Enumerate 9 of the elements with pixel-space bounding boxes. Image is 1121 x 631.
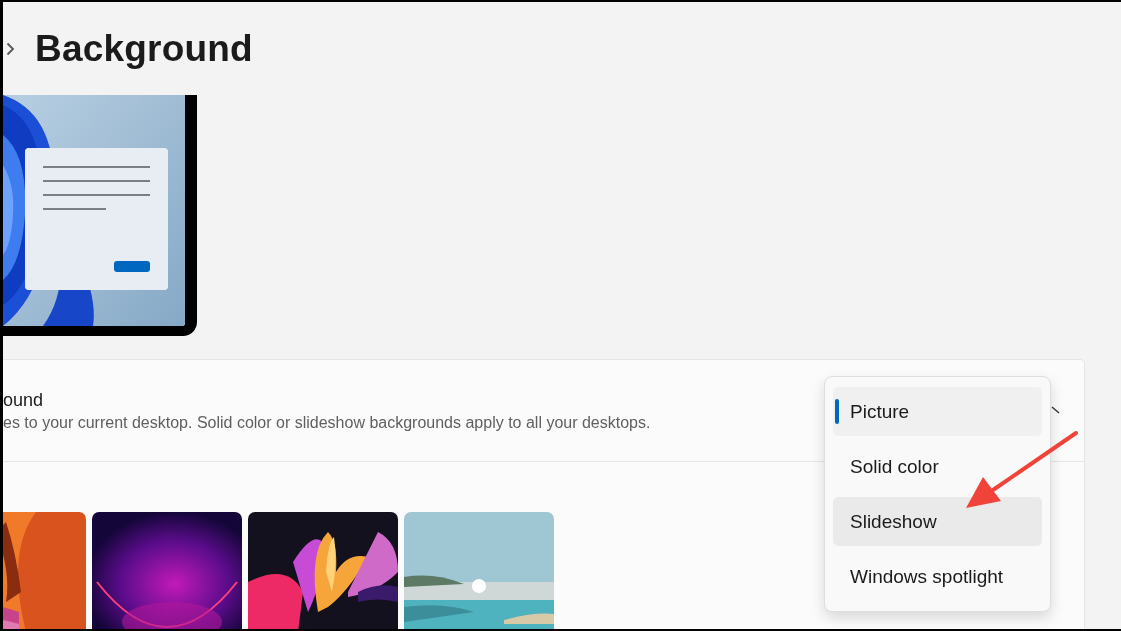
setting-description: es to your current desktop. Solid color or slideshow backgrounds apply to all your desktops. <box>3 413 651 433</box>
chevron-right-icon <box>6 41 15 56</box>
dropdown-option[interactable]: Slideshow <box>833 497 1042 546</box>
caret-icon <box>1050 405 1062 415</box>
setting-title: ound <box>3 389 44 412</box>
dropdown-option[interactable]: Solid color <box>833 442 1042 491</box>
dropdown-option[interactable]: Windows spotlight <box>833 552 1042 601</box>
dropdown-option[interactable]: Picture <box>833 387 1042 436</box>
page-title: Background <box>35 27 253 70</box>
